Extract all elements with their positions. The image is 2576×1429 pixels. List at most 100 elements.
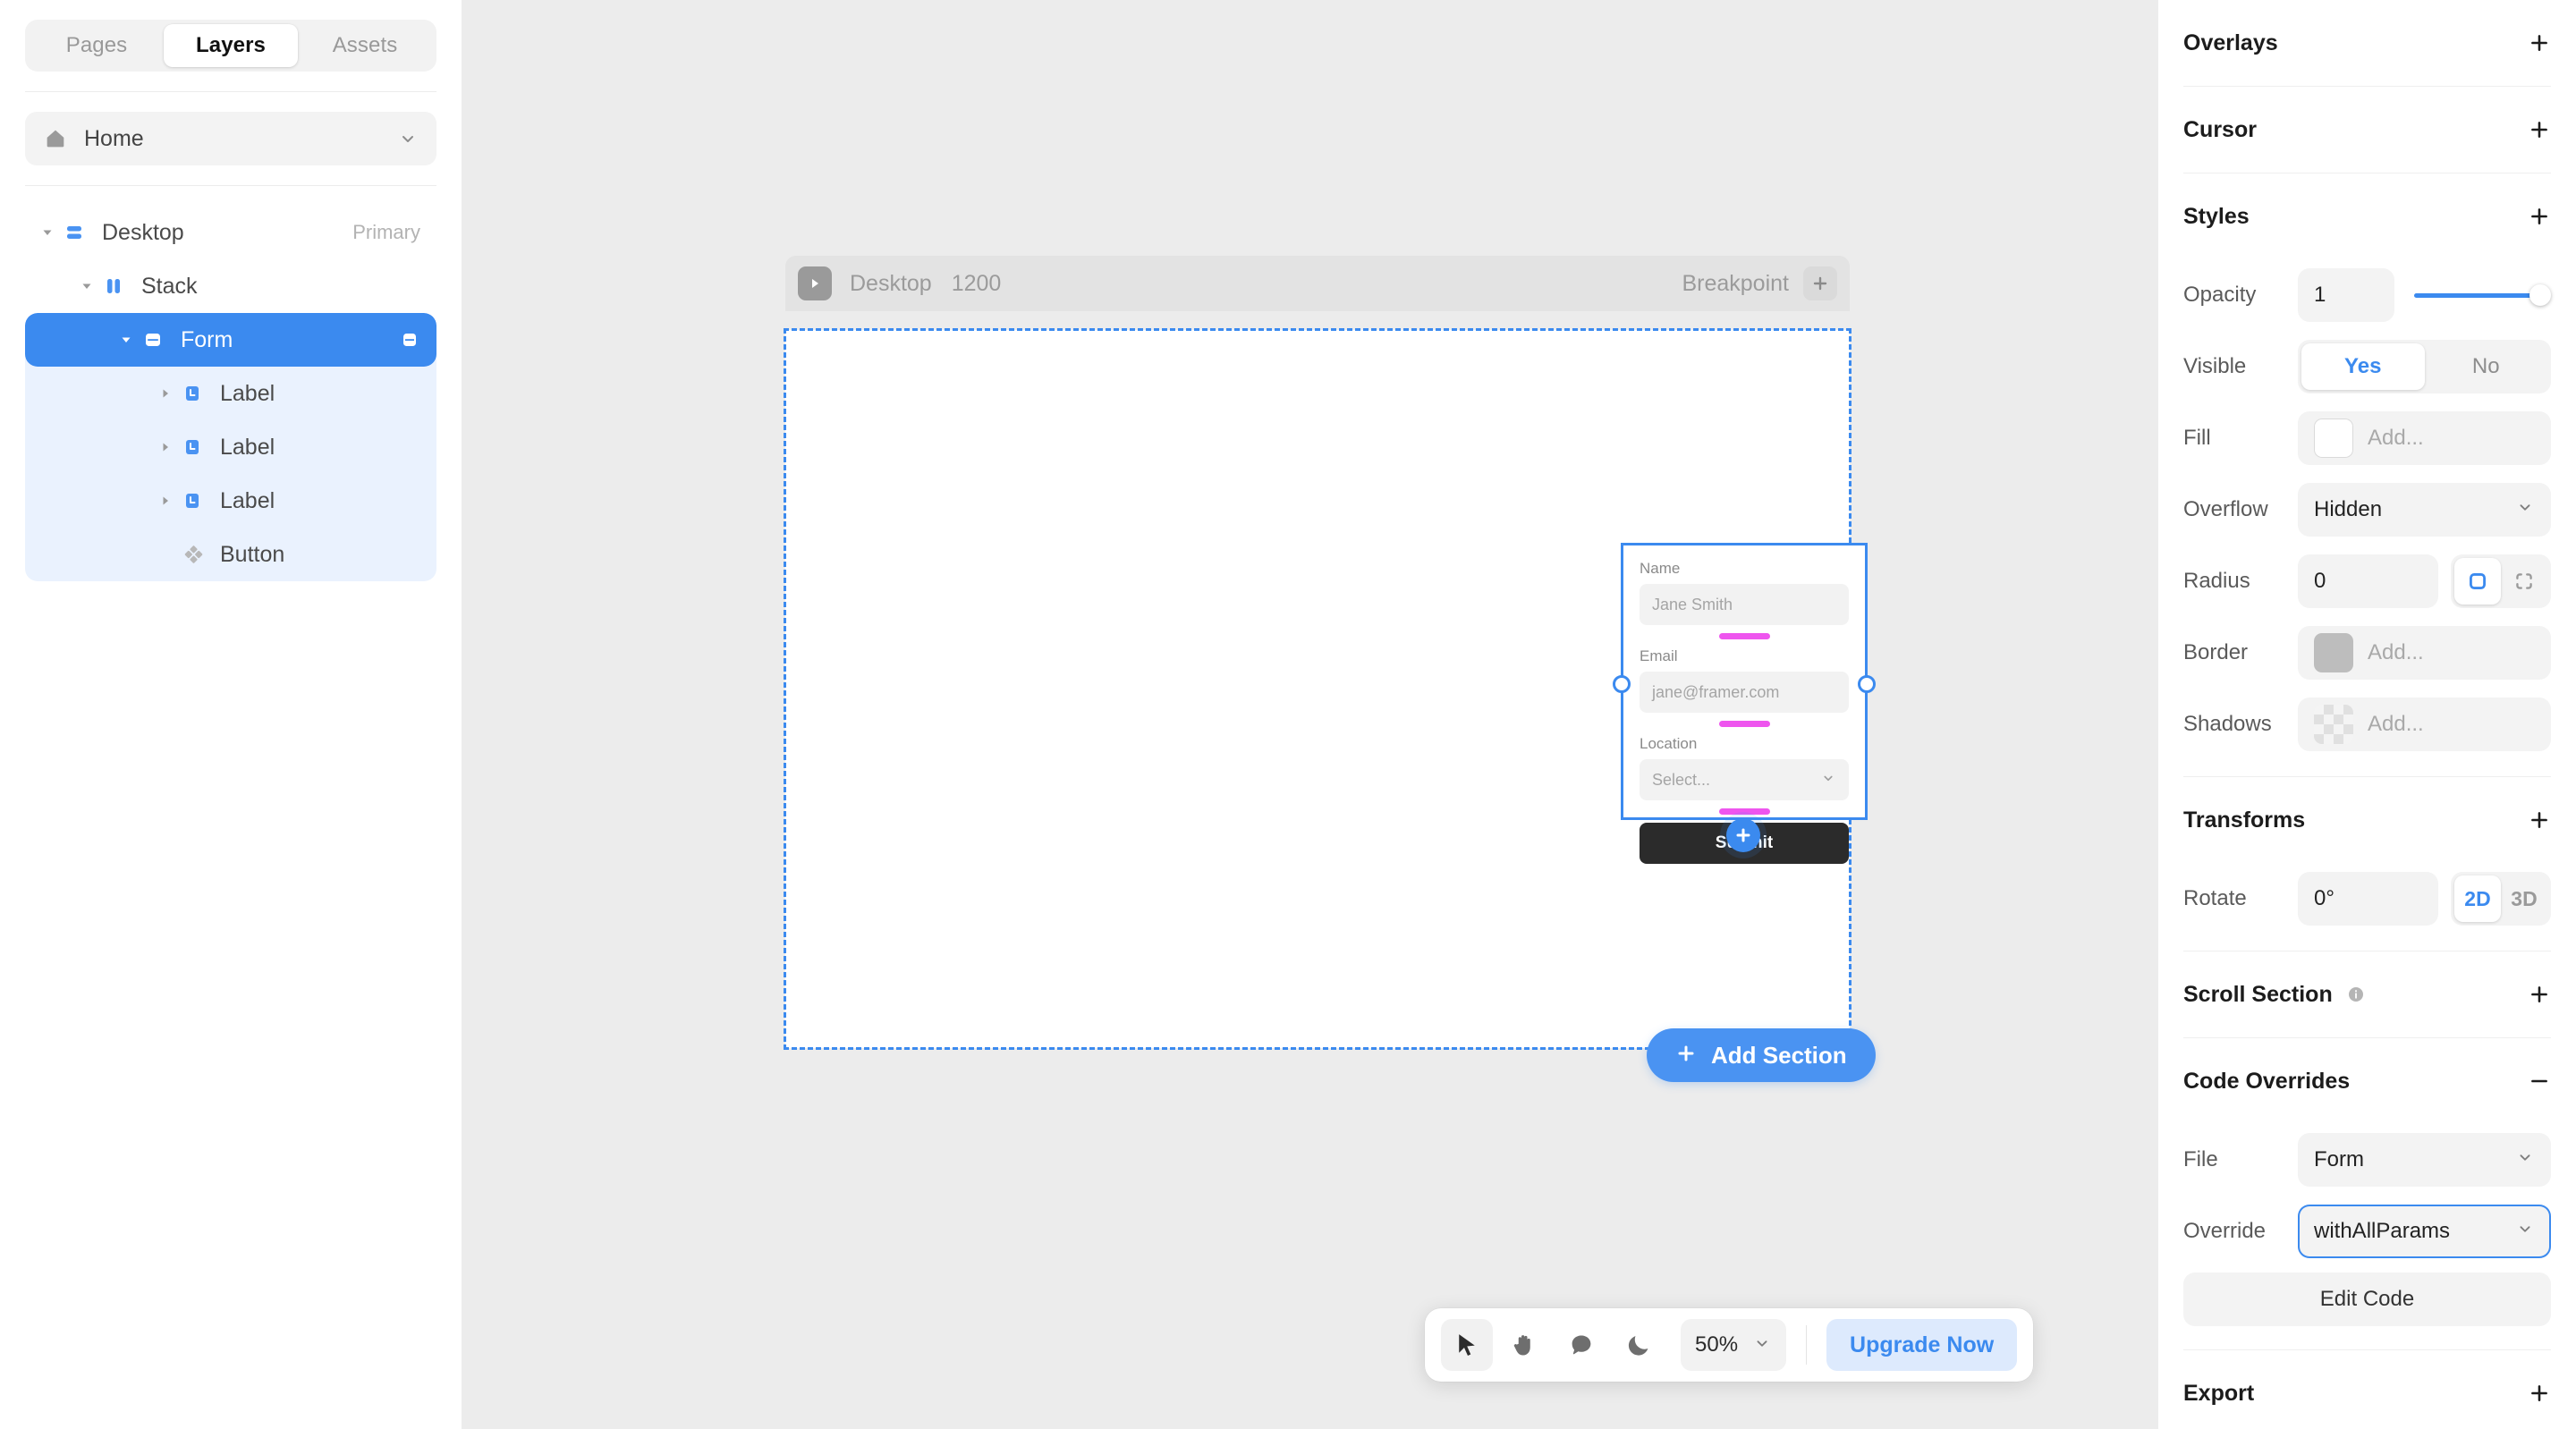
visible-yes-option[interactable]: Yes xyxy=(2301,343,2425,390)
pointer-icon[interactable] xyxy=(1441,1319,1493,1371)
rotate-2d-option[interactable]: 2D xyxy=(2454,875,2501,922)
email-input[interactable]: jane@framer.com xyxy=(1640,672,1849,713)
breakpoint-width[interactable]: 1200 xyxy=(952,271,1002,297)
layer-name: Stack xyxy=(141,273,198,299)
section-header-styles[interactable]: Styles xyxy=(2183,173,2551,259)
section-title: Cursor xyxy=(2183,116,2257,142)
add-overlay-icon[interactable] xyxy=(2528,31,2551,55)
twisty-collapsed-icon[interactable] xyxy=(154,386,177,401)
stack-vertical-icon xyxy=(98,275,129,297)
fill-control[interactable]: Add... xyxy=(2298,411,2551,465)
add-breakpoint-icon[interactable] xyxy=(1803,266,1837,300)
chevron-down-icon xyxy=(1820,770,1836,791)
twisty-collapsed-icon[interactable] xyxy=(154,494,177,508)
rotate-3d-option[interactable]: 3D xyxy=(2501,875,2547,922)
rotate-label: Rotate xyxy=(2183,886,2247,910)
layer-row-form[interactable]: Form xyxy=(25,313,436,367)
info-icon[interactable] xyxy=(2345,984,2367,1005)
field-label-name: Name xyxy=(1640,560,1681,577)
layer-row-label-3[interactable]: Label xyxy=(25,474,436,528)
section-header-cursor[interactable]: Cursor xyxy=(2183,87,2551,173)
edit-code-button[interactable]: Edit Code xyxy=(2183,1273,2551,1326)
add-style-icon[interactable] xyxy=(2528,205,2551,228)
row-override-file: File Form xyxy=(2183,1124,2551,1196)
add-transform-icon[interactable] xyxy=(2528,808,2551,832)
border-label: Border xyxy=(2183,640,2249,664)
location-select[interactable]: Select... xyxy=(1640,759,1849,800)
twisty-expanded-icon[interactable] xyxy=(75,279,98,293)
canvas[interactable]: Desktop 1200 Breakpoint Name Jane Smith … xyxy=(462,0,2158,1429)
insert-child-button[interactable] xyxy=(1726,818,1760,852)
gap-marker xyxy=(1718,633,1770,639)
opacity-input[interactable]: 1 xyxy=(2298,268,2394,322)
override-file-select[interactable]: Form xyxy=(2298,1133,2551,1187)
chevron-down-icon xyxy=(1752,1333,1772,1357)
radius-individual-icon[interactable] xyxy=(2501,558,2547,605)
slider-knob[interactable] xyxy=(2529,284,2551,306)
border-control[interactable]: Add... xyxy=(2298,626,2551,680)
layer-name: Form xyxy=(181,326,233,352)
twisty-expanded-icon[interactable] xyxy=(36,225,59,240)
zoom-selector[interactable]: 50% xyxy=(1681,1319,1787,1371)
toolbar-divider xyxy=(1806,1325,1808,1365)
section-header-export[interactable]: Export xyxy=(2183,1350,2551,1429)
label-icon xyxy=(177,436,208,458)
label-icon xyxy=(177,383,208,404)
add-cursor-icon[interactable] xyxy=(2528,118,2551,141)
layer-name: Label xyxy=(220,487,275,513)
breakpoint-action-label[interactable]: Breakpoint xyxy=(1682,271,1789,297)
section-header-transforms[interactable]: Transforms xyxy=(2183,777,2551,863)
override-name-select[interactable]: withAllParams xyxy=(2298,1205,2551,1258)
breakpoint-name[interactable]: Desktop xyxy=(850,271,932,297)
visible-no-option[interactable]: No xyxy=(2425,343,2548,390)
shadows-value: Add... xyxy=(2368,712,2424,736)
border-swatch[interactable] xyxy=(2314,633,2353,672)
radius-uniform-icon[interactable] xyxy=(2454,558,2501,605)
sidebar-tabs-wrap: Pages Layers Assets xyxy=(0,0,462,72)
tab-pages[interactable]: Pages xyxy=(30,24,164,67)
add-section-button[interactable]: Add Section xyxy=(1647,1028,1876,1082)
upgrade-now-button[interactable]: Upgrade Now xyxy=(1826,1319,2018,1371)
component-master-icon[interactable] xyxy=(399,329,420,351)
component-instance-icon xyxy=(177,544,208,565)
layer-row-label-2[interactable]: Label xyxy=(25,420,436,474)
name-input-placeholder: Jane Smith xyxy=(1652,595,1733,613)
page-selector-wrap: Home xyxy=(0,92,462,165)
form-component-selection[interactable]: Name Jane Smith Email jane@framer.com Lo… xyxy=(1613,543,1876,864)
resize-handle-left[interactable] xyxy=(1613,675,1631,693)
layer-row-button[interactable]: Button xyxy=(25,528,436,581)
email-input-placeholder: jane@framer.com xyxy=(1652,682,1780,701)
shadows-swatch[interactable] xyxy=(2314,705,2353,744)
layer-row-stack[interactable]: Stack xyxy=(25,259,436,313)
tab-layers[interactable]: Layers xyxy=(164,24,298,67)
hand-icon[interactable] xyxy=(1498,1319,1550,1371)
location-select-placeholder: Select... xyxy=(1652,770,1711,789)
collapse-code-overrides-icon[interactable] xyxy=(2528,1070,2551,1093)
comment-icon[interactable] xyxy=(1555,1319,1607,1371)
opacity-slider[interactable] xyxy=(2414,268,2551,322)
section-header-code-overrides[interactable]: Code Overrides xyxy=(2183,1038,2551,1124)
twisty-expanded-icon[interactable] xyxy=(114,333,138,347)
layer-row-label-1[interactable]: Label xyxy=(25,367,436,420)
page-selector[interactable]: Home xyxy=(25,112,436,165)
play-icon[interactable] xyxy=(798,266,832,300)
resize-handle-right[interactable] xyxy=(1858,675,1876,693)
tab-assets[interactable]: Assets xyxy=(298,24,432,67)
layer-row-desktop[interactable]: Desktop Primary xyxy=(25,206,436,259)
moon-icon[interactable] xyxy=(1613,1319,1665,1371)
bottom-toolbar: 50% Upgrade Now xyxy=(1425,1308,2034,1382)
overflow-select[interactable]: Hidden xyxy=(2298,483,2551,537)
add-export-icon[interactable] xyxy=(2528,1382,2551,1405)
radius-input[interactable]: 0 xyxy=(2298,554,2438,608)
stack-horizontal-icon xyxy=(59,222,89,243)
override-file-value: Form xyxy=(2314,1147,2364,1171)
section-header-overlays[interactable]: Overlays xyxy=(2183,0,2551,86)
twisty-collapsed-icon[interactable] xyxy=(154,440,177,454)
fill-swatch[interactable] xyxy=(2314,419,2353,458)
home-icon xyxy=(43,126,68,151)
add-scroll-section-icon[interactable] xyxy=(2528,983,2551,1006)
name-input[interactable]: Jane Smith xyxy=(1640,584,1849,625)
rotate-input[interactable]: 0° xyxy=(2298,872,2438,926)
shadows-control[interactable]: Add... xyxy=(2298,698,2551,751)
section-header-scroll-section[interactable]: Scroll Section xyxy=(2183,951,2551,1037)
